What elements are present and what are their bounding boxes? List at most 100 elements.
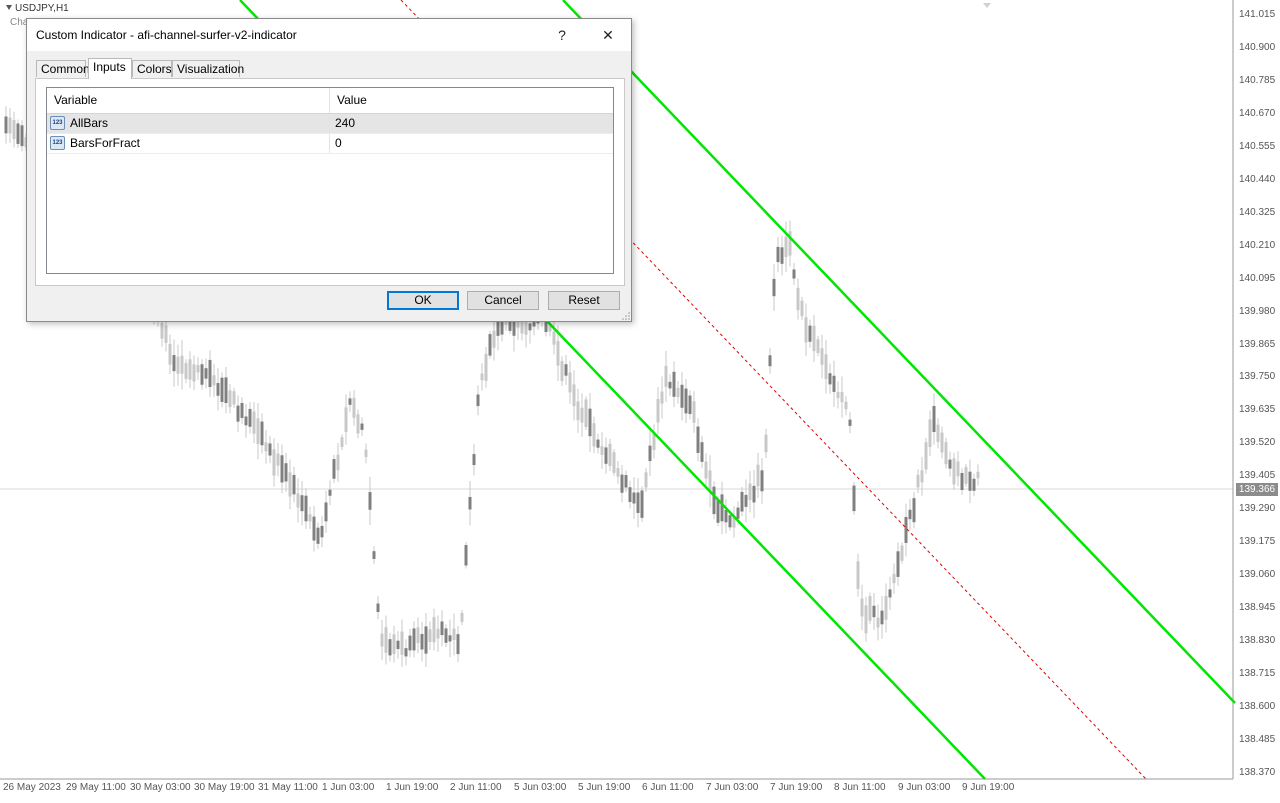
candle-body — [204, 368, 208, 379]
candle-body — [556, 341, 560, 366]
candle-body — [432, 617, 436, 643]
candle-body — [612, 452, 616, 473]
candle-body — [244, 416, 248, 426]
candle-body — [700, 442, 704, 462]
time-tick-label: 5 Jun 03:00 — [514, 782, 567, 793]
price-tick-label: 138.945 — [1239, 602, 1276, 614]
candle-body — [248, 408, 252, 427]
candle-body — [640, 490, 644, 518]
candle-body — [276, 453, 280, 466]
candle-body — [284, 463, 288, 482]
candle-body — [560, 361, 564, 382]
candle-body — [404, 648, 408, 657]
candle-body — [164, 325, 168, 343]
candle-body — [180, 355, 184, 374]
help-button[interactable]: ? — [547, 23, 577, 47]
price-tick-label: 140.555 — [1239, 140, 1276, 152]
price-tick-label: 140.325 — [1239, 206, 1276, 218]
candle-body — [856, 561, 860, 589]
candle-body — [580, 407, 584, 423]
candle-body — [644, 472, 648, 488]
candle-body — [220, 377, 224, 402]
candle-body — [844, 401, 848, 410]
tab-inputs[interactable]: Inputs — [88, 58, 132, 79]
candle-body — [912, 498, 916, 523]
chart-symbol-label[interactable]: USDJPY,H1 — [6, 3, 69, 14]
candle-body — [808, 325, 812, 342]
candle-body — [968, 471, 972, 491]
candle-body — [12, 120, 16, 140]
candle-body — [208, 359, 212, 388]
tab-visualization[interactable]: Visualization — [172, 60, 244, 77]
candle-body — [8, 117, 12, 134]
candle-body — [196, 365, 200, 373]
ok-button[interactable]: OK — [387, 291, 459, 310]
candle-body — [200, 364, 204, 385]
candle-body — [792, 269, 796, 279]
candle-body — [780, 247, 784, 264]
candle-body — [488, 334, 492, 356]
candle-body — [588, 408, 592, 437]
time-tick-label: 5 Jun 19:00 — [578, 782, 631, 793]
candle-body — [824, 354, 828, 380]
candle-body — [704, 461, 708, 479]
candle-body — [312, 516, 316, 541]
candle-body — [620, 474, 624, 493]
time-tick-label: 9 Jun 03:00 — [898, 782, 951, 793]
tab-common[interactable]: Common — [36, 60, 90, 77]
cancel-button[interactable]: Cancel — [467, 291, 539, 310]
tab-colors[interactable]: Colors — [132, 60, 172, 77]
candle-body — [572, 384, 576, 407]
candle-body — [328, 489, 332, 496]
candle-body — [300, 495, 304, 512]
candle-body — [292, 474, 296, 495]
candle-body — [716, 499, 720, 523]
candle-body — [188, 359, 192, 380]
time-tick-label: 29 May 11:00 — [66, 782, 126, 793]
candle-body — [712, 486, 716, 515]
candle-body — [160, 323, 164, 339]
candle-body — [480, 373, 484, 381]
reset-button[interactable]: Reset — [548, 291, 620, 310]
candle-body — [216, 383, 220, 396]
candle-body — [440, 621, 444, 636]
variable-value[interactable]: 240 — [335, 114, 355, 133]
close-button[interactable]: ✕ — [593, 23, 623, 47]
candle-body — [356, 414, 360, 434]
column-header-value[interactable]: Value — [330, 88, 613, 113]
column-divider — [329, 134, 330, 153]
candle-body — [864, 605, 868, 634]
time-tick-label: 7 Jun 19:00 — [770, 782, 823, 793]
price-tick-label: 138.715 — [1239, 668, 1276, 679]
candle-body — [888, 589, 892, 598]
price-tick-label: 139.175 — [1239, 536, 1276, 548]
variable-value[interactable]: 0 — [335, 134, 342, 153]
table-row[interactable]: 123 AllBars 240 — [47, 114, 613, 134]
price-tick-label: 138.830 — [1239, 635, 1276, 647]
price-tick-label: 140.440 — [1239, 173, 1276, 185]
candle-body — [860, 598, 864, 617]
candle-body — [316, 527, 320, 544]
candle-body — [672, 371, 676, 397]
candle-body — [336, 454, 340, 471]
candle-body — [468, 496, 472, 510]
dialog-titlebar[interactable]: Custom Indicator - afi-channel-surfer-v2… — [27, 19, 631, 51]
candle-body — [420, 634, 424, 650]
dialog-title: Custom Indicator - afi-channel-surfer-v2… — [36, 28, 297, 42]
candle-body — [240, 403, 244, 418]
candle-body — [604, 447, 608, 464]
candle-body — [932, 406, 936, 433]
resize-grip-icon[interactable] — [622, 312, 630, 320]
grid-header: Variable Value — [47, 88, 613, 114]
table-row[interactable]: 123 BarsForFract 0 — [47, 134, 613, 154]
candle-body — [916, 474, 920, 488]
candle-body — [232, 391, 236, 405]
candle-body — [768, 355, 772, 367]
candle-body — [324, 502, 328, 522]
candle-body — [956, 461, 960, 477]
scroll-marker-icon[interactable] — [983, 3, 991, 8]
column-header-variable[interactable]: Variable — [47, 88, 329, 113]
candle-body — [828, 373, 832, 385]
candle-body — [816, 339, 820, 353]
candle-body — [692, 401, 696, 423]
